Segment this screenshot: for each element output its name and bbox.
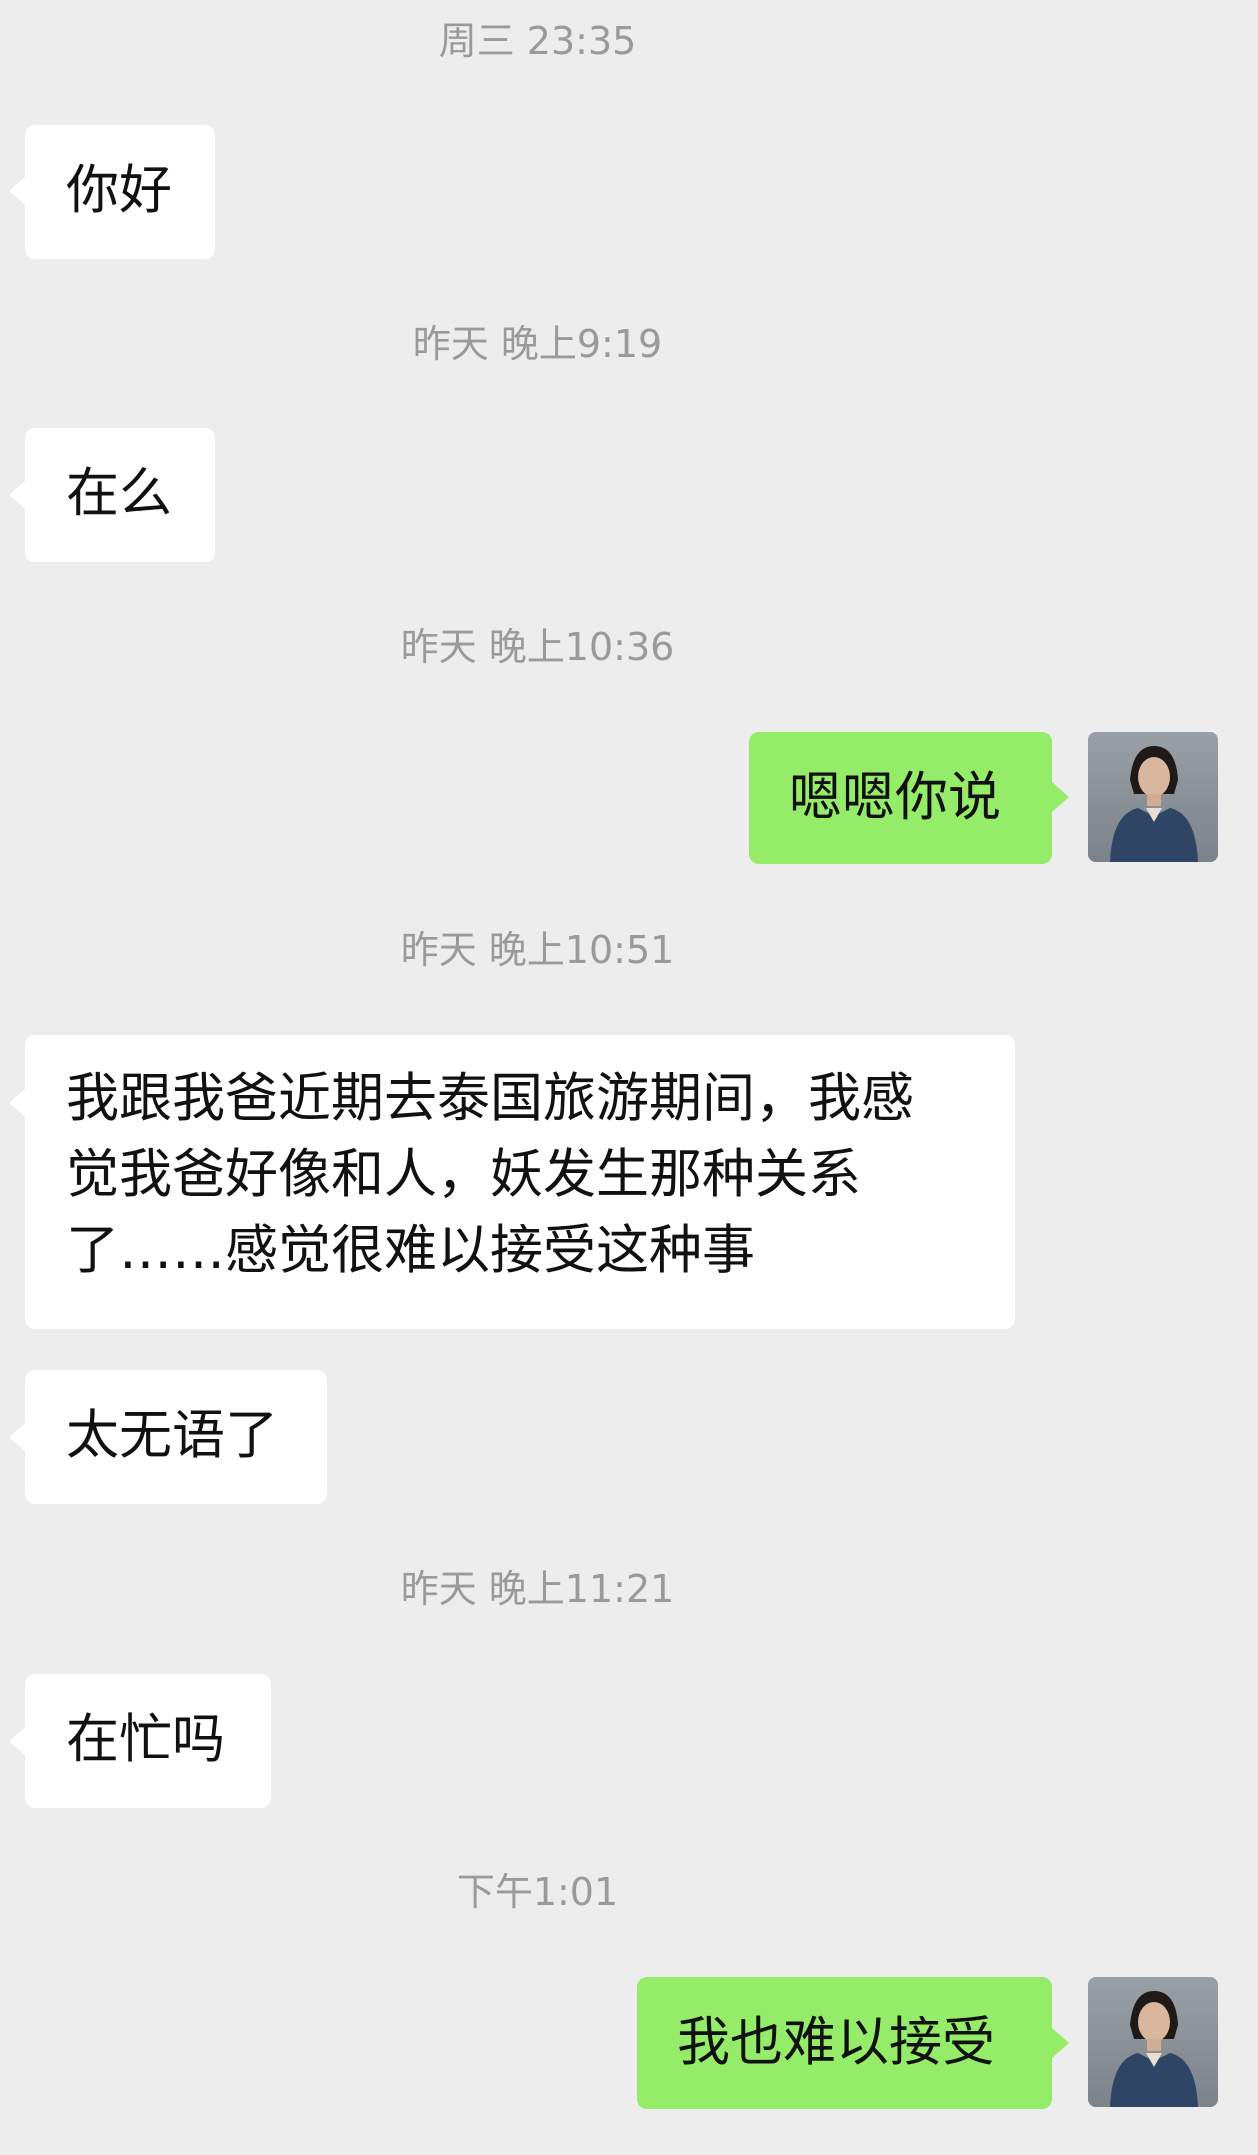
- incoming-message[interactable]: 在忙吗: [25, 1674, 271, 1808]
- bubble-tail: [1052, 782, 1069, 812]
- user-avatar-photo-icon: [1088, 1977, 1218, 2107]
- outgoing-message[interactable]: 我也难以接受: [637, 1977, 1052, 2109]
- message-text: 太无语了: [66, 1405, 278, 1466]
- incoming-message[interactable]: 在么: [25, 428, 215, 562]
- message-line: 觉我爸好像和人，妖发生那种关系: [66, 1144, 861, 1205]
- message-text: 嗯嗯你说: [789, 767, 1001, 828]
- message-text: 在么: [66, 463, 172, 524]
- message-line: 我跟我爸近期去泰国旅游期间，我感: [66, 1068, 914, 1129]
- message-text: 我也难以接受: [677, 2012, 995, 2073]
- bubble-tail: [1052, 2028, 1069, 2058]
- message-text: 你好: [66, 160, 172, 221]
- outgoing-message[interactable]: 嗯嗯你说: [749, 732, 1052, 864]
- bubble-tail: [9, 480, 26, 510]
- bubble-tail: [9, 1422, 26, 1452]
- message-line: 了……感觉很难以接受这种事: [66, 1220, 755, 1281]
- avatar[interactable]: [1088, 1977, 1218, 2107]
- timestamp: 昨天 晚上9:19: [412, 322, 663, 366]
- incoming-message[interactable]: 我跟我爸近期去泰国旅游期间，我感 觉我爸好像和人，妖发生那种关系 了……感觉很难…: [25, 1035, 1015, 1329]
- incoming-message[interactable]: 太无语了: [25, 1370, 327, 1504]
- message-text: 在忙吗: [66, 1709, 225, 1770]
- bubble-tail: [9, 1726, 26, 1756]
- user-avatar-photo-icon: [1088, 732, 1218, 862]
- bubble-tail: [9, 1088, 26, 1118]
- bubble-tail: [9, 176, 26, 206]
- timestamp: 昨天 晚上10:51: [400, 928, 675, 972]
- avatar[interactable]: [1088, 732, 1218, 862]
- timestamp: 昨天 晚上10:36: [400, 625, 675, 669]
- timestamp: 下午1:01: [456, 1870, 619, 1914]
- timestamp: 昨天 晚上11:21: [400, 1567, 675, 1611]
- timestamp: 周三 23:35: [438, 19, 637, 63]
- incoming-message[interactable]: 你好: [25, 125, 215, 259]
